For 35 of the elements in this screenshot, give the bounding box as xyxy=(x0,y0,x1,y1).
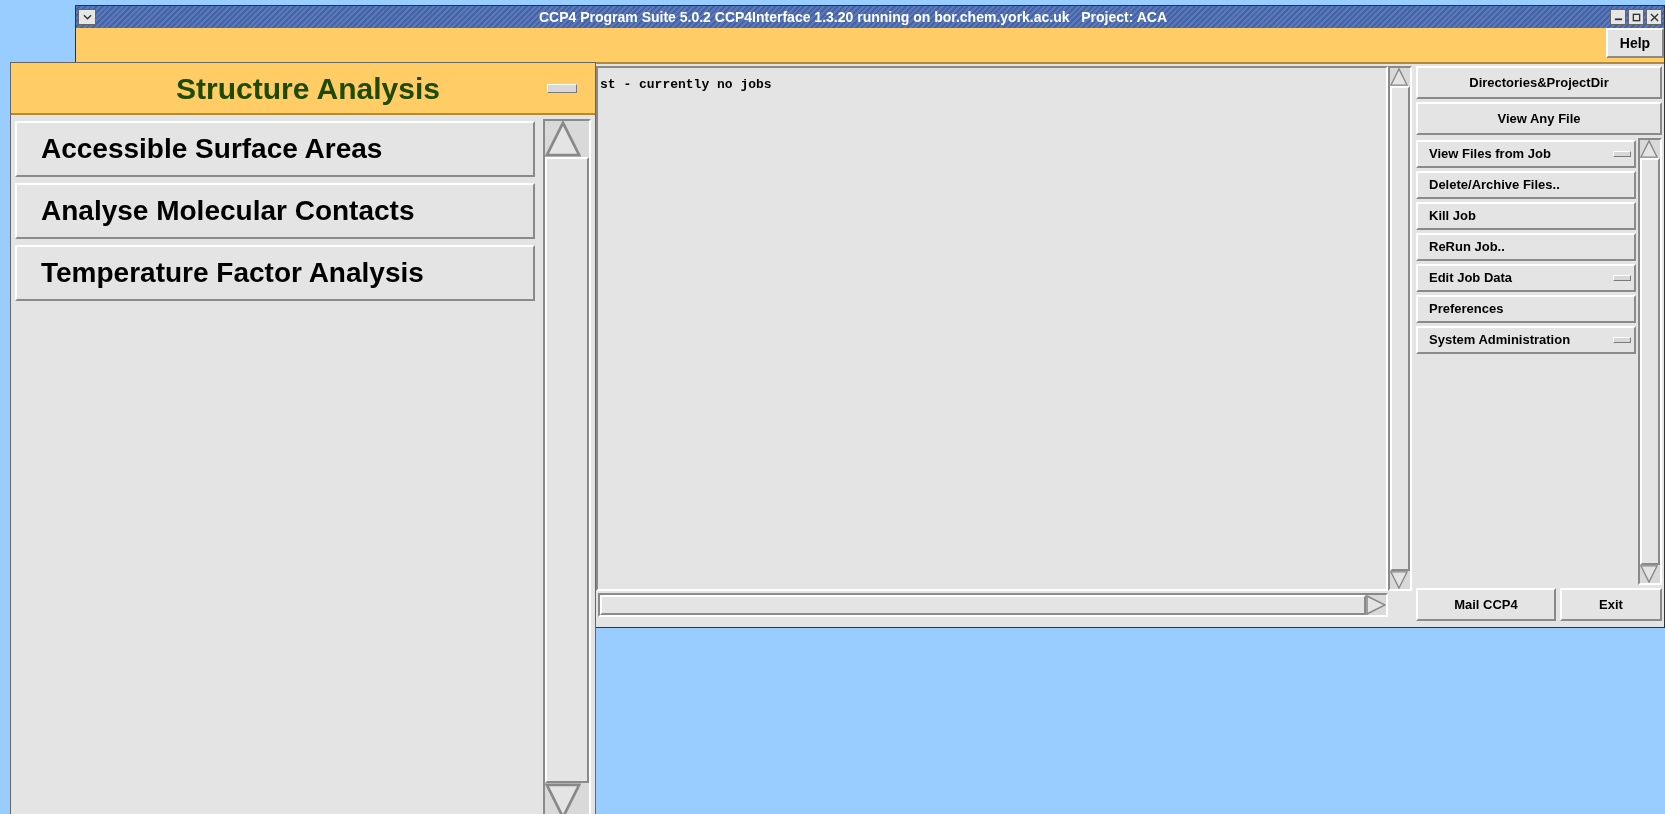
panel-title: Structure Analysis xyxy=(175,70,441,107)
vertical-scrollbar[interactable] xyxy=(1388,66,1412,591)
menu-button[interactable]: System Administration xyxy=(1416,326,1636,354)
horizontal-scrollbar[interactable] xyxy=(598,593,1388,617)
close-button[interactable] xyxy=(1646,9,1662,25)
module-item[interactable]: Temperature Factor Analysis xyxy=(15,245,535,301)
sidebar-button[interactable]: Directories&ProjectDir xyxy=(1416,66,1662,99)
menu-indicator-icon xyxy=(547,83,577,93)
panel-header[interactable]: Structure Analysis xyxy=(11,63,595,115)
vertical-scrollbar[interactable] xyxy=(543,119,591,814)
window-menu-button[interactable] xyxy=(78,9,96,25)
vertical-scrollbar[interactable] xyxy=(1638,138,1662,585)
sidebar-button[interactable]: Delete/Archive Files.. xyxy=(1416,171,1636,199)
window-title: CCP4 Program Suite 5.0.2 CCP4Interface 1.3.20 running on bor.chem.york.ac.uk Project: ACA xyxy=(537,7,1169,27)
help-button[interactable]: Help xyxy=(1606,28,1664,58)
menu-button[interactable]: Edit Job Data xyxy=(1416,264,1636,292)
menu-button[interactable]: View Files from Job xyxy=(1416,140,1636,168)
close-icon xyxy=(1649,12,1659,22)
module-item[interactable]: Analyse Molecular Contacts xyxy=(15,183,535,239)
maximize-button[interactable] xyxy=(1628,9,1644,25)
sidebar-button[interactable]: Kill Job xyxy=(1416,202,1636,230)
sidebar-button[interactable]: Preferences xyxy=(1416,295,1636,323)
module-item[interactable]: Accessible Surface Areas xyxy=(15,121,535,177)
menu-indicator-icon xyxy=(1613,275,1631,281)
job-list-message: st - currently no jobs xyxy=(600,77,772,92)
scroll-right-icon[interactable] xyxy=(1366,595,1386,615)
minimize-button[interactable] xyxy=(1610,9,1626,25)
sidebar-button[interactable]: View Any File xyxy=(1416,102,1662,135)
sidebar-button[interactable]: ReRun Job.. xyxy=(1416,233,1636,261)
menu-indicator-icon xyxy=(1613,151,1631,157)
menu-indicator-icon xyxy=(1613,337,1631,343)
sidebar-button[interactable]: Exit xyxy=(1560,588,1662,621)
chevron-down-icon xyxy=(82,14,92,20)
maximize-icon xyxy=(1631,12,1641,22)
sidebar-button[interactable]: Mail CCP4 xyxy=(1416,588,1556,621)
